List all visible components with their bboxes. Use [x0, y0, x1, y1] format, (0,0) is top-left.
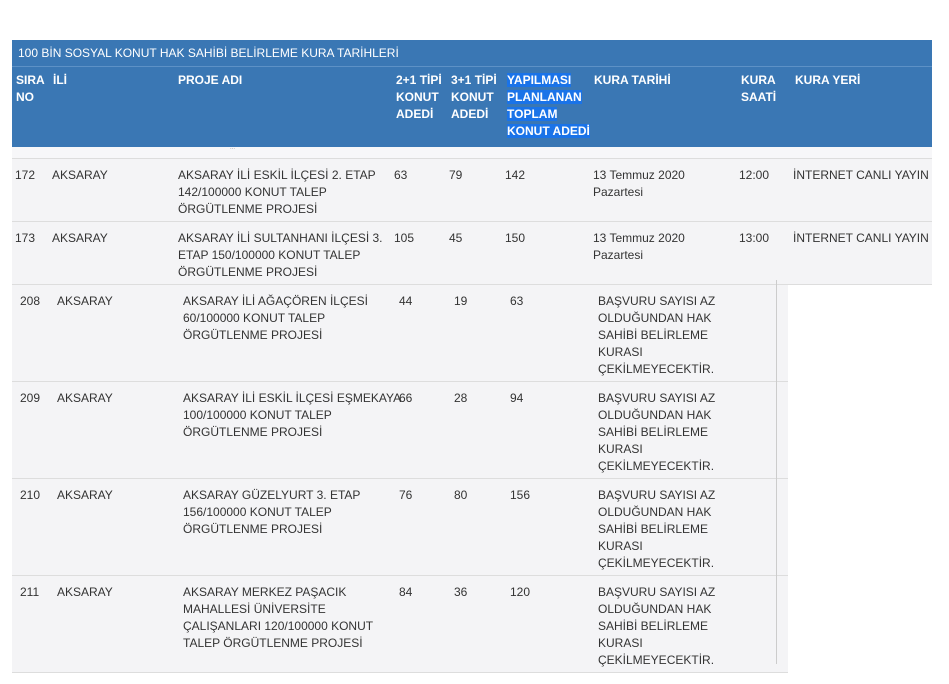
table-row: 172 AKSARAY AKSARAY İLİ ESKİL İLÇESİ 2. …: [12, 159, 932, 222]
table-row: 211 AKSARAY AKSARAY MERKEZ PAŞACIK MAHALL…: [12, 576, 788, 673]
clipped-row-remnant: ...: [12, 147, 932, 159]
col-kura-yeri: KURA YERİ: [795, 73, 861, 87]
project-name: AKSARAY İLİ ESKİL İLÇESİ EŞMEKAYA 100/100…: [183, 391, 402, 439]
col-il: İLİ: [53, 73, 67, 87]
table-row: 210 AKSARAY AKSARAY GÜZELYURT 3. ETAP 156…: [12, 479, 788, 576]
project-name: AKSARAY İLİ AĞAÇÖREN İLÇESİ 60/100000 KON…: [183, 294, 368, 342]
kura-note: BAŞVURU SAYISI AZ OLDUĞUNDAN HAK SAHİBİ BE…: [598, 294, 716, 376]
table-header: SIRA NO İLİ PROJE ADI 2+1 TİPİ KONUT ADEDİ …: [12, 67, 932, 147]
col-sira-no: SIRA NO: [16, 73, 45, 104]
col-3plus1: 3+1 TİPİ KONUT ADEDİ: [451, 73, 497, 121]
kura-date: 13 Temmuz 2020 Pazartesi: [593, 168, 685, 199]
kura-note: BAŞVURU SAYISI AZ OLDUĞUNDAN HAK SAHİBİ BE…: [598, 585, 716, 667]
column-divider: [776, 280, 777, 664]
col-kura-tarihi: KURA TARİHİ: [594, 73, 671, 87]
col-proje-adi: PROJE ADI: [178, 73, 243, 87]
kura-note: BAŞVURU SAYISI AZ OLDUĞUNDAN HAK SAHİBİ BE…: [598, 488, 716, 570]
table-row: 208 AKSARAY AKSARAY İLİ AĞAÇÖREN İLÇESİ 6…: [12, 285, 788, 382]
table-title: 100 BİN SOSYAL KONUT HAK SAHİBİ BELİRLEM…: [12, 40, 932, 67]
col-toplam: YAPILMASI PLANLANAN TOPLAM KONUT ADEDİ: [507, 73, 590, 138]
project-name: AKSARAY İLİ ESKİL İLÇESİ 2. ETAP 142/1000…: [178, 168, 376, 216]
kura-note: BAŞVURU SAYISI AZ OLDUĞUNDAN HAK SAHİBİ BE…: [598, 391, 716, 473]
col-2plus1: 2+1 TİPİ KONUT ADEDİ: [396, 73, 442, 121]
project-name: AKSARAY GÜZELYURT 3. ETAP 156/100000 KONU…: [183, 488, 361, 536]
kura-date: 13 Temmuz 2020 Pazartesi: [593, 231, 685, 262]
kura-table: 100 BİN SOSYAL KONUT HAK SAHİBİ BELİRLEM…: [12, 40, 932, 673]
table-row: 209 AKSARAY AKSARAY İLİ ESKİL İLÇESİ EŞM…: [12, 382, 788, 479]
table-row: 173 AKSARAY AKSARAY İLİ SULTANHANI İLÇES…: [12, 222, 932, 285]
col-kura-saati: KURA SAATİ: [741, 73, 777, 104]
project-name: AKSARAY İLİ SULTANHANI İLÇESİ 3. ETAP 150…: [178, 231, 383, 279]
project-name: AKSARAY MERKEZ PAŞACIK MAHALLESİ ÜNİVERSİ…: [183, 585, 374, 650]
